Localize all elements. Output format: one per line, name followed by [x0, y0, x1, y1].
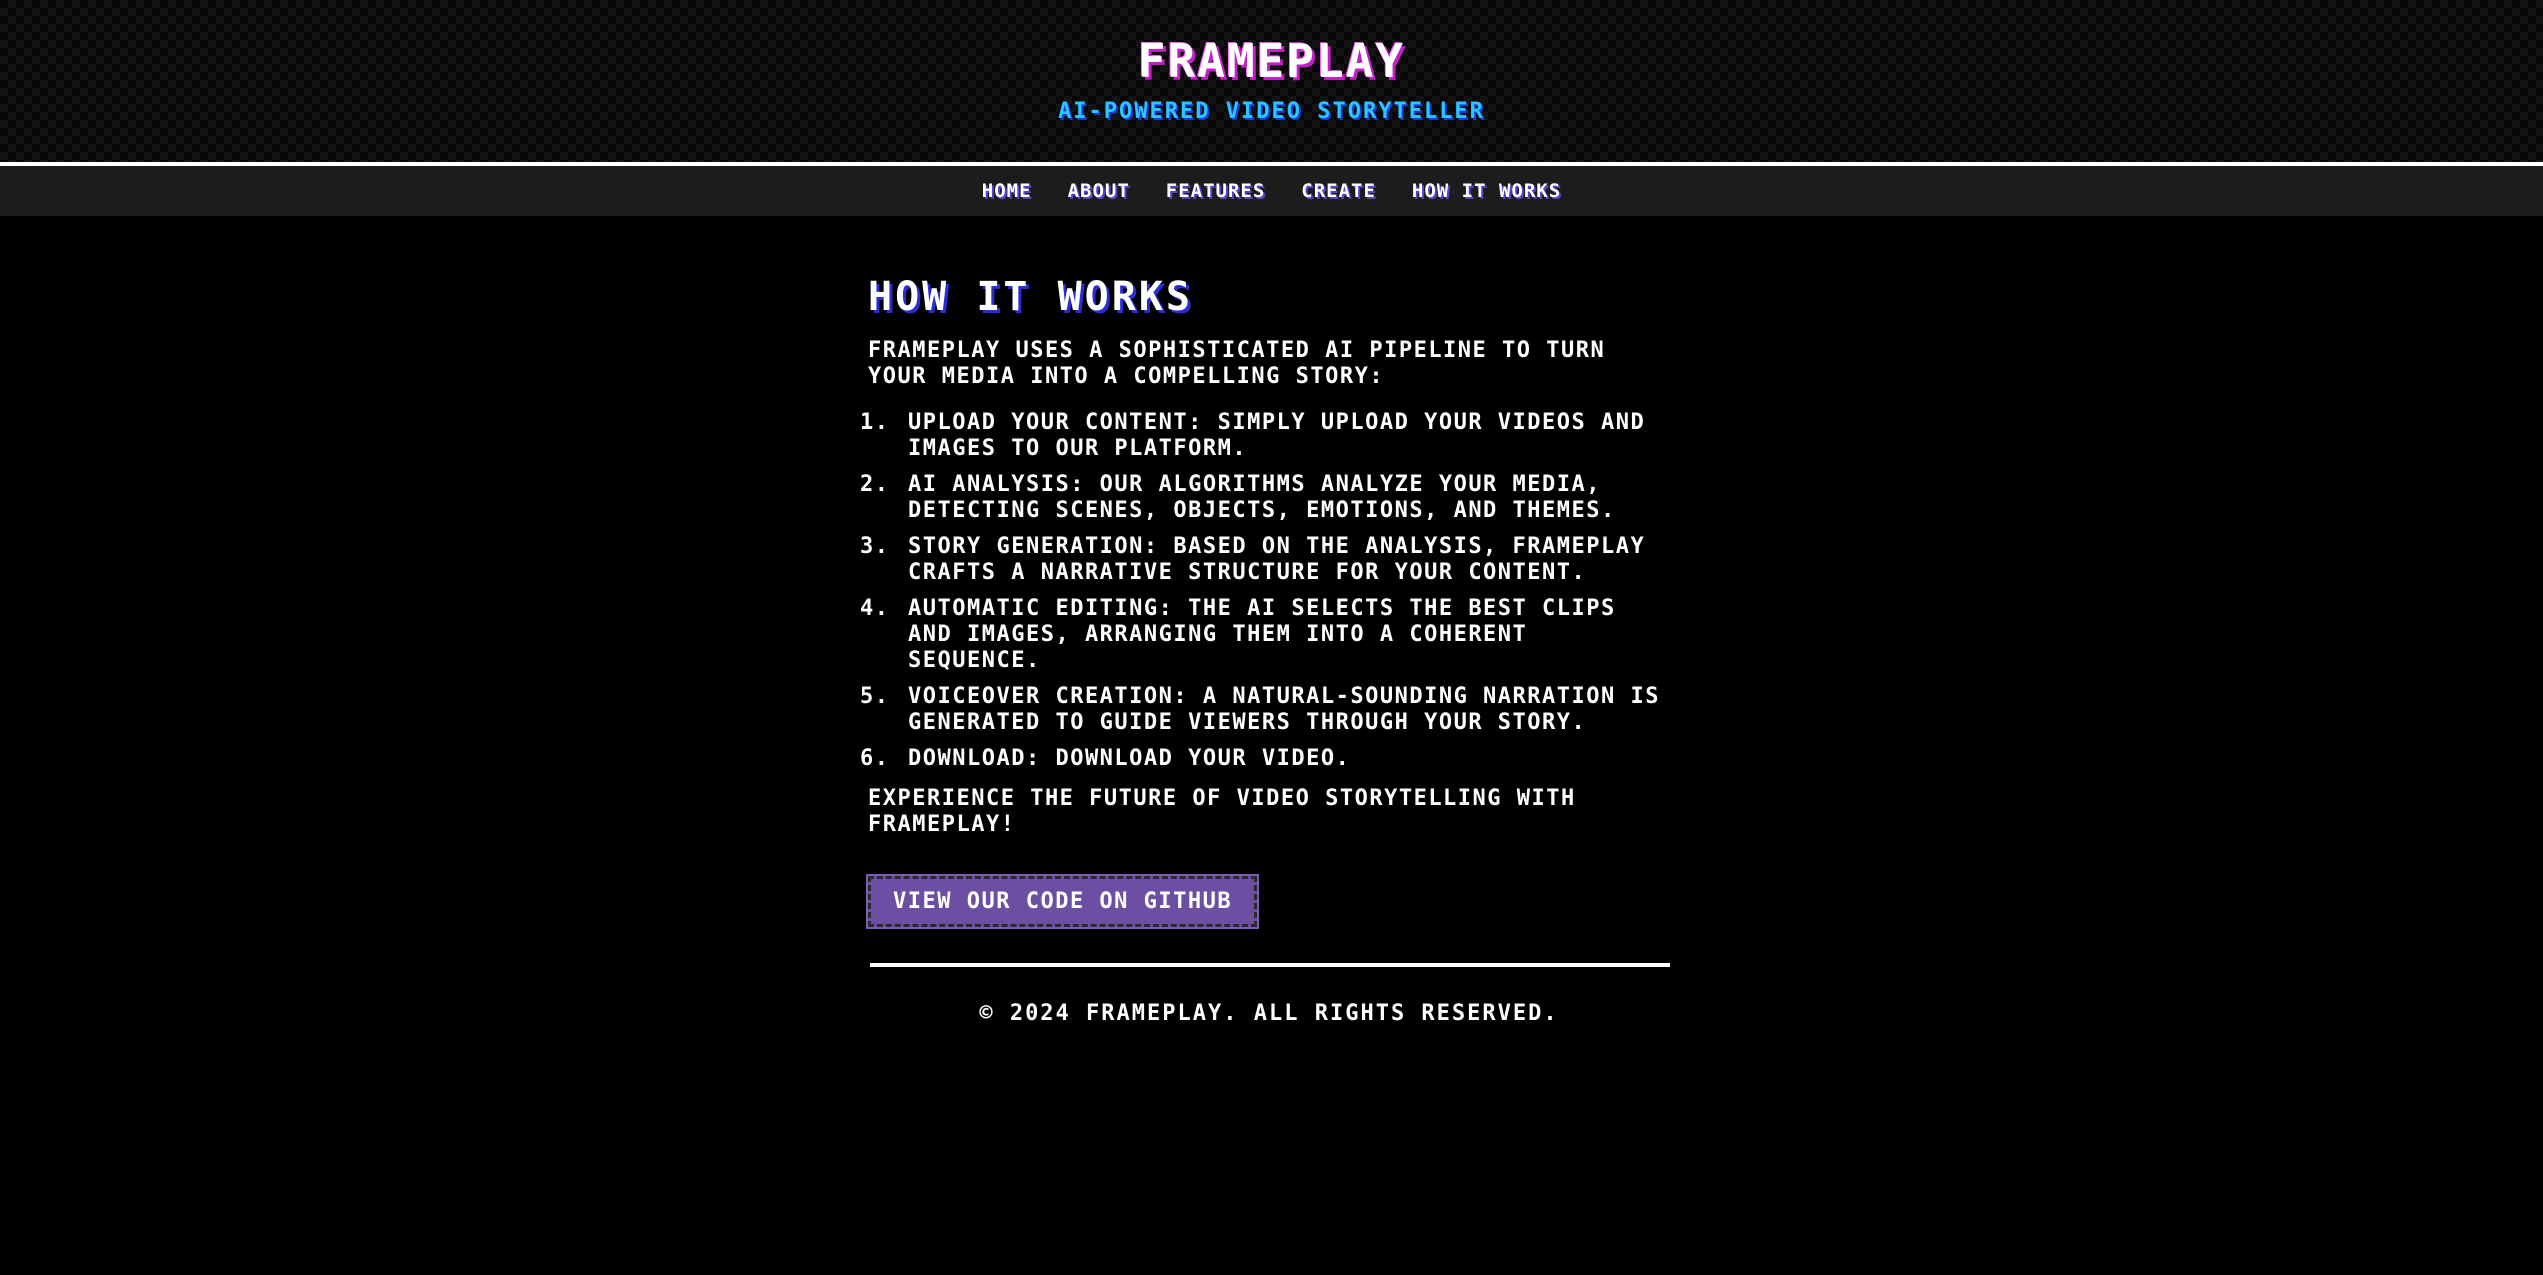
site-header: FRAMEPLAY AI-POWERED VIDEO STORYTELLER [0, 0, 2543, 166]
site-title: FRAMEPLAY [1137, 34, 1406, 88]
site-tagline: AI-POWERED VIDEO STORYTELLER [1058, 99, 1485, 124]
nav-features-link[interactable]: FEATURES [1166, 180, 1266, 202]
steps-list: 1. UPLOAD YOUR CONTENT: SIMPLY UPLOAD YO… [860, 410, 1670, 772]
step-item: 6. DOWNLOAD: DOWNLOAD YOUR VIDEO. [860, 746, 1670, 772]
step-item: 4. AUTOMATIC EDITING: THE AI SELECTS THE… [860, 596, 1670, 674]
main-content: HOW IT WORKS FRAMEPLAY USES A SOPHISTICA… [860, 270, 1670, 1026]
step-text: UPLOAD YOUR CONTENT: SIMPLY UPLOAD YOUR … [908, 410, 1646, 461]
nav-about-link[interactable]: ABOUT [1068, 180, 1130, 202]
nav-how-it-works-link[interactable]: HOW IT WORKS [1412, 180, 1561, 202]
step-number: 6. [860, 746, 890, 771]
step-number: 1. [860, 410, 890, 435]
footer-divider [870, 963, 1670, 967]
step-text: DOWNLOAD: DOWNLOAD YOUR VIDEO. [908, 746, 1351, 771]
nav-home-link[interactable]: HOME [982, 180, 1032, 202]
step-item: 5. VOICEOVER CREATION: A NATURAL-SOUNDIN… [860, 684, 1670, 736]
step-item: 1. UPLOAD YOUR CONTENT: SIMPLY UPLOAD YO… [860, 410, 1670, 462]
outro-text: EXPERIENCE THE FUTURE OF VIDEO STORYTELL… [868, 786, 1576, 837]
step-text: STORY GENERATION: BASED ON THE ANALYSIS,… [908, 534, 1646, 585]
nav-bar: HOME ABOUT FEATURES CREATE HOW IT WORKS [0, 166, 2543, 216]
nav-create-link[interactable]: CREATE [1301, 180, 1376, 202]
github-button[interactable]: VIEW OUR CODE ON GITHUB [865, 874, 1260, 929]
step-text: VOICEOVER CREATION: A NATURAL-SOUNDING N… [908, 684, 1661, 735]
footer-copyright: © 2024 FRAMEPLAY. ALL RIGHTS RESERVED. [979, 1001, 1559, 1026]
step-number: 4. [860, 596, 890, 621]
step-item: 2. AI ANALYSIS: OUR ALGORITHMS ANALYZE Y… [860, 472, 1670, 524]
step-number: 2. [860, 472, 890, 497]
intro-text: FRAMEPLAY USES A SOPHISTICATED AI PIPELI… [868, 338, 1606, 389]
step-number: 3. [860, 534, 890, 559]
step-text: AI ANALYSIS: OUR ALGORITHMS ANALYZE YOUR… [908, 472, 1616, 523]
step-item: 3. STORY GENERATION: BASED ON THE ANALYS… [860, 534, 1670, 586]
step-text: AUTOMATIC EDITING: THE AI SELECTS THE BE… [908, 596, 1616, 673]
step-number: 5. [860, 684, 890, 709]
section-heading: HOW IT WORKS [868, 274, 1193, 320]
